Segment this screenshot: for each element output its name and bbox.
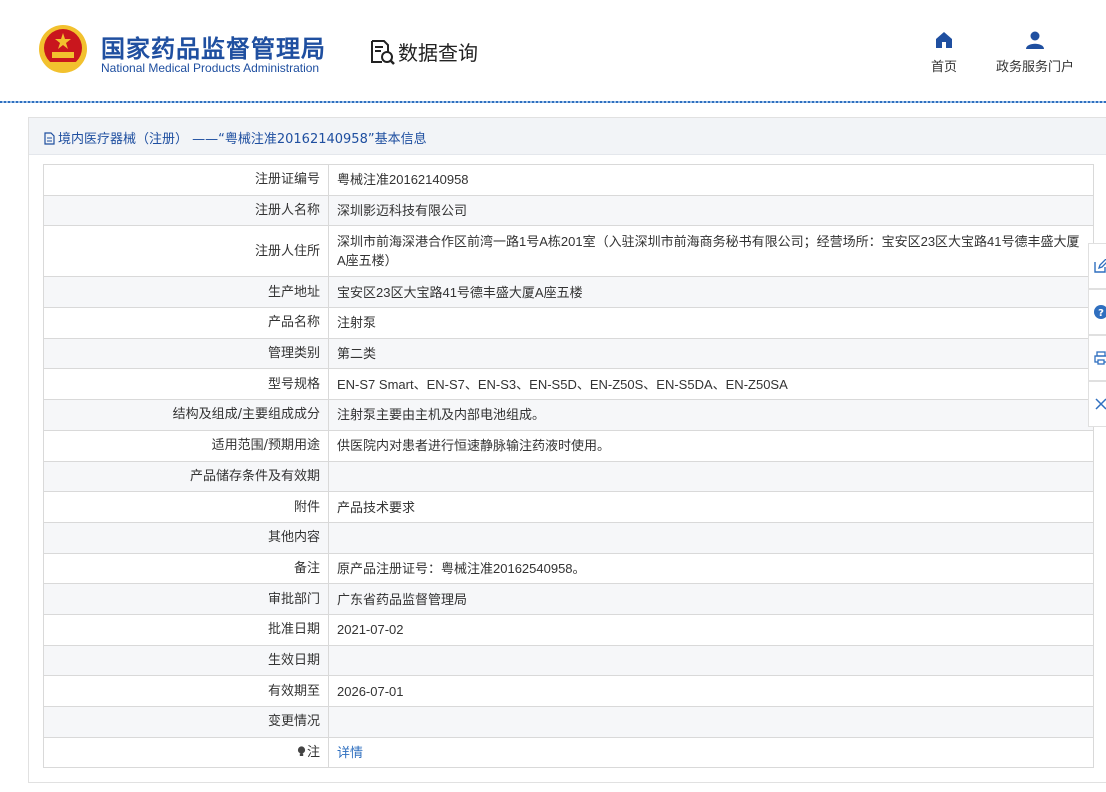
site-header: 国家药品监督管理局 National Medical Products Admi… — [0, 0, 1106, 103]
edit-icon — [1094, 259, 1106, 273]
nav-home-label: 首页 — [930, 60, 957, 75]
lightbulb-icon — [297, 746, 306, 757]
field-value: 深圳市前海深港合作区前湾一路1号A栋201室（入驻深圳市前海商务秘书有限公司；经… — [328, 225, 1094, 278]
field-label: 备注 — [43, 552, 329, 585]
nav-home[interactable]: 首页 — [925, 30, 963, 75]
field-label: 注 — [43, 736, 329, 769]
field-label: 有效期至 — [43, 675, 329, 707]
details-link[interactable]: 详情 — [337, 745, 363, 760]
home-icon — [936, 32, 952, 48]
field-value — [328, 460, 1094, 493]
field-value: 2021-07-02 — [328, 613, 1094, 646]
data-query-icon — [371, 40, 395, 65]
print-button[interactable] — [1088, 335, 1106, 381]
agency-name-cn: 国家药品监督管理局 — [101, 35, 326, 63]
nav-service-portal-label: 政务服务门户 — [995, 60, 1074, 75]
table-row: 其他内容 — [43, 521, 1094, 554]
field-value: 注射泵 — [328, 307, 1094, 339]
field-value: 2026-07-01 — [328, 675, 1094, 707]
field-value: 注射泵主要由主机及内部电池组成。 — [328, 399, 1094, 431]
field-label: 审批部门 — [43, 583, 329, 615]
close-button[interactable] — [1088, 381, 1106, 427]
field-label: 变更情况 — [43, 706, 329, 738]
table-row: 适用范围/预期用途 供医院内对患者进行恒速静脉输注药液时使用。 — [43, 429, 1094, 462]
table-row: 注 详情 — [43, 736, 1094, 769]
detail-table: 注册证编号 粤械注准20162140958 注册人名称 深圳影迈科技有限公司 注册人… — [43, 164, 1094, 769]
field-label: 适用范围/预期用途 — [43, 429, 329, 462]
field-value — [328, 644, 1094, 677]
detail-panel: 境内医疗器械（注册） ——“粤械注准20162140958”基本信息 注册证编号… — [28, 117, 1106, 783]
table-row: 注册证编号 粤械注准20162140958 — [43, 164, 1094, 196]
table-row: 生产地址 宝安区23区大宝路41号德丰盛大厦A座五楼 — [43, 276, 1094, 309]
field-label: 注册人住所 — [43, 225, 329, 278]
field-value: 详情 — [328, 736, 1094, 769]
field-label: 注册人名称 — [43, 194, 329, 227]
document-icon — [44, 132, 55, 145]
table-row: 型号规格 EN-S7 Smart、EN-S7、EN-S3、EN-S5D、EN-Z5… — [43, 368, 1094, 401]
field-value: 深圳影迈科技有限公司 — [328, 194, 1094, 227]
table-row: 生效日期 — [43, 644, 1094, 677]
table-row: 产品名称 注射泵 — [43, 307, 1094, 339]
field-label: 其他内容 — [43, 521, 329, 554]
close-icon — [1095, 398, 1106, 410]
header-divider — [0, 101, 1106, 103]
print-icon — [1094, 351, 1106, 365]
breadcrumb-text: 境内医疗器械（注册） ——“粤械注准20162140958”基本信息 — [58, 132, 427, 147]
table-row: 结构及组成/主要组成成分 注射泵主要由主机及内部电池组成。 — [43, 399, 1094, 431]
field-value — [328, 706, 1094, 738]
table-row: 附件 产品技术要求 — [43, 491, 1094, 523]
user-icon — [1026, 31, 1044, 49]
field-value: 宝安区23区大宝路41号德丰盛大厦A座五楼 — [328, 276, 1094, 309]
field-label: 注册证编号 — [43, 164, 329, 196]
note-label: 注 — [306, 745, 320, 761]
field-label: 批准日期 — [43, 613, 329, 646]
edit-button[interactable] — [1088, 243, 1106, 289]
field-value: EN-S7 Smart、EN-S7、EN-S3、EN-S5D、EN-Z50S、E… — [328, 368, 1094, 401]
field-label: 型号规格 — [43, 368, 329, 401]
help-icon: ? — [1094, 305, 1106, 319]
side-toolbar: ? — [1088, 243, 1106, 427]
field-label: 生效日期 — [43, 644, 329, 677]
data-query-title: 数据查询 — [398, 41, 478, 65]
table-row: 变更情况 — [43, 706, 1094, 738]
field-label: 附件 — [43, 491, 329, 523]
field-value: 粤械注准20162140958 — [328, 164, 1094, 196]
field-value: 产品技术要求 — [328, 491, 1094, 523]
nav-service-portal[interactable]: 政务服务门户 — [994, 30, 1076, 75]
field-label: 产品名称 — [43, 307, 329, 339]
field-value — [328, 521, 1094, 554]
table-row: 审批部门 广东省药品监督管理局 — [43, 583, 1094, 615]
field-value: 广东省药品监督管理局 — [328, 583, 1094, 615]
field-value: 第二类 — [328, 337, 1094, 370]
table-row: 管理类别 第二类 — [43, 337, 1094, 370]
field-label: 生产地址 — [43, 276, 329, 309]
table-row: 产品储存条件及有效期 — [43, 460, 1094, 493]
breadcrumb: 境内医疗器械（注册） ——“粤械注准20162140958”基本信息 — [29, 118, 1106, 155]
svg-text:?: ? — [1098, 308, 1104, 319]
table-row: 有效期至 2026-07-01 — [43, 675, 1094, 707]
national-emblem-icon — [39, 25, 87, 73]
field-label: 结构及组成/主要组成成分 — [43, 399, 329, 431]
field-value: 供医院内对患者进行恒速静脉输注药液时使用。 — [328, 429, 1094, 462]
table-row: 注册人住所 深圳市前海深港合作区前湾一路1号A栋201室（入驻深圳市前海商务秘书有… — [43, 225, 1094, 278]
field-label: 产品储存条件及有效期 — [43, 460, 329, 493]
help-button[interactable]: ? — [1088, 289, 1106, 335]
agency-name-en: National Medical Products Administration — [101, 61, 320, 75]
field-value: 原产品注册证号：粤械注准20162540958。 — [328, 552, 1094, 585]
table-row: 注册人名称 深圳影迈科技有限公司 — [43, 194, 1094, 227]
table-row: 备注 原产品注册证号：粤械注准20162540958。 — [43, 552, 1094, 585]
table-row: 批准日期 2021-07-02 — [43, 613, 1094, 646]
field-label: 管理类别 — [43, 337, 329, 370]
